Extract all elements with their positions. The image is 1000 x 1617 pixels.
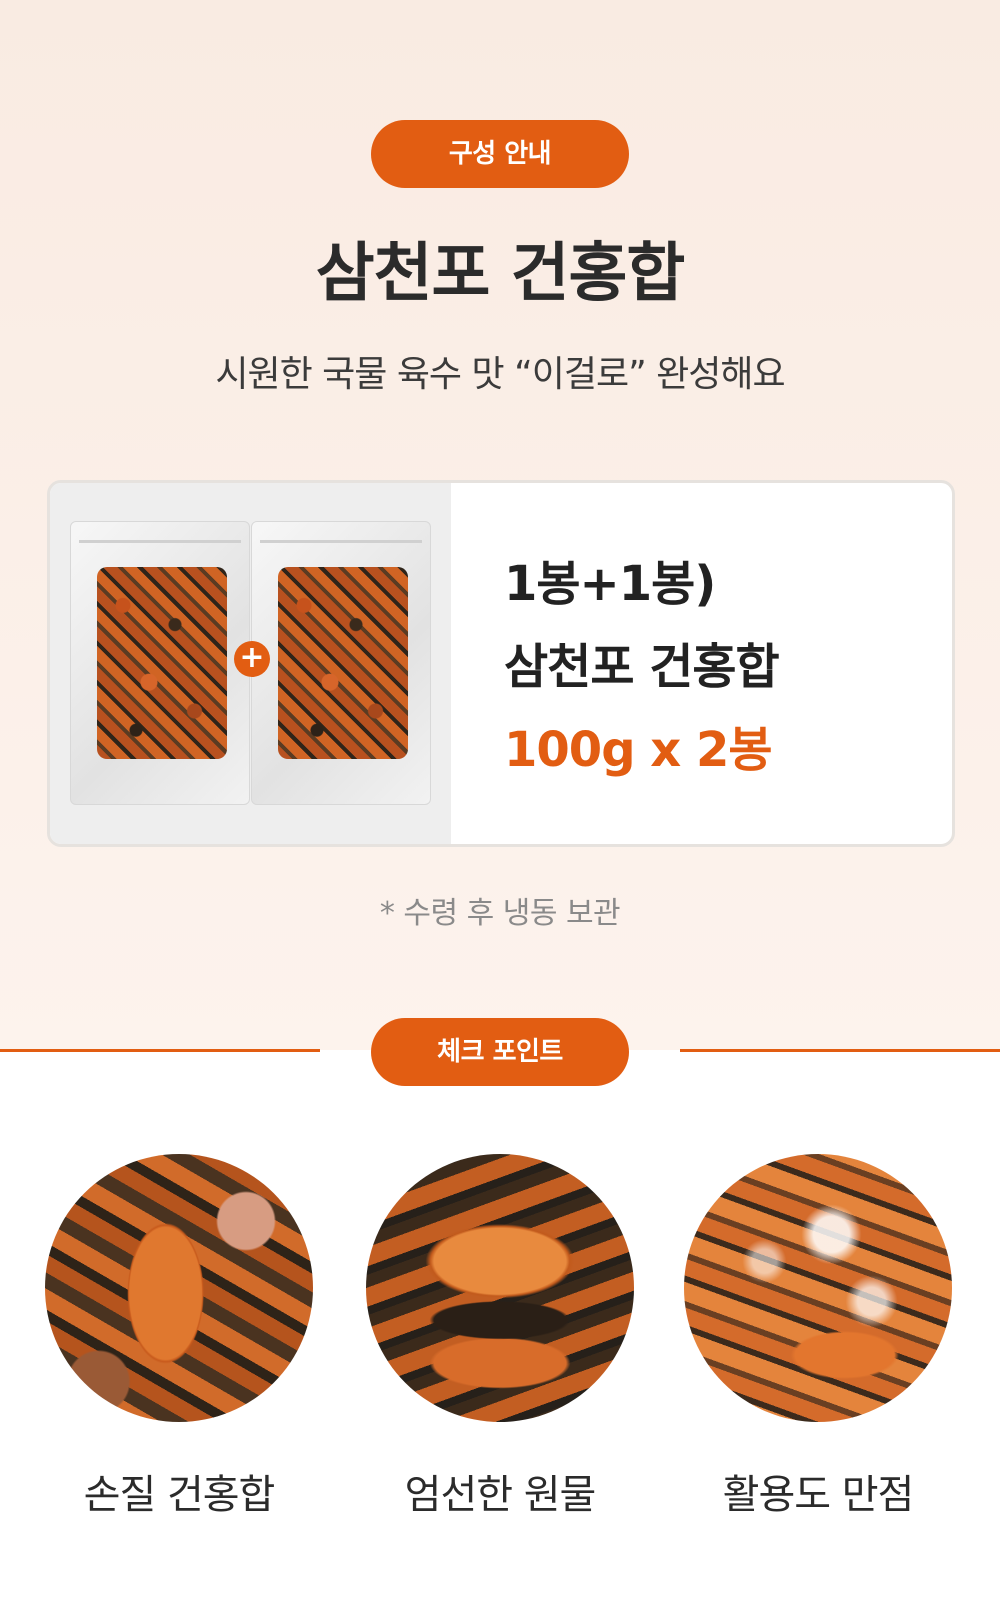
subtitle-quote: “이걸로” <box>514 354 647 395</box>
divider-left <box>0 1049 320 1052</box>
subtitle-text: 시원한 국물 육수 맛 <box>215 354 515 395</box>
point-image-selected <box>366 1154 634 1422</box>
card-quantity-line: 1봉+1봉) <box>504 556 716 612</box>
bag-zipper <box>79 540 241 543</box>
storage-note: * 수령 후 냉동 보관 <box>379 896 621 931</box>
checkpoint-badge: 체크 포인트 <box>371 1018 629 1086</box>
composition-badge: 구성 안내 <box>371 120 629 188</box>
product-bags-image: + <box>50 483 451 844</box>
product-bag-2 <box>251 521 431 805</box>
bag-zipper <box>260 540 422 543</box>
point-image-cleaned <box>45 1154 313 1422</box>
product-bag-1 <box>70 521 250 805</box>
subtitle-ending: 완성해요 <box>645 354 785 395</box>
bag-contents <box>97 567 227 759</box>
divider-right <box>680 1049 1000 1052</box>
point-caption-3: 활용도 만점 <box>722 1472 915 1518</box>
point-image-versatile <box>684 1154 952 1422</box>
bag-contents <box>278 567 408 759</box>
product-subtitle: 시원한 국물 육수 맛 “이걸로” 완성해요 <box>0 345 1000 397</box>
card-weight: 100g x 2봉 <box>504 722 772 778</box>
product-title: 삼천포 건홍합 <box>315 237 686 311</box>
point-caption-1: 손질 건홍합 <box>83 1472 276 1518</box>
plus-icon: + <box>234 641 270 677</box>
card-product-name: 삼천포 건홍합 <box>504 639 780 695</box>
product-card: + 1봉+1봉) 삼천포 건홍합 100g x 2봉 <box>47 480 955 847</box>
product-card-text: 1봉+1봉) 삼천포 건홍합 100g x 2봉 <box>504 543 780 792</box>
point-caption-2: 엄선한 원물 <box>404 1472 597 1518</box>
